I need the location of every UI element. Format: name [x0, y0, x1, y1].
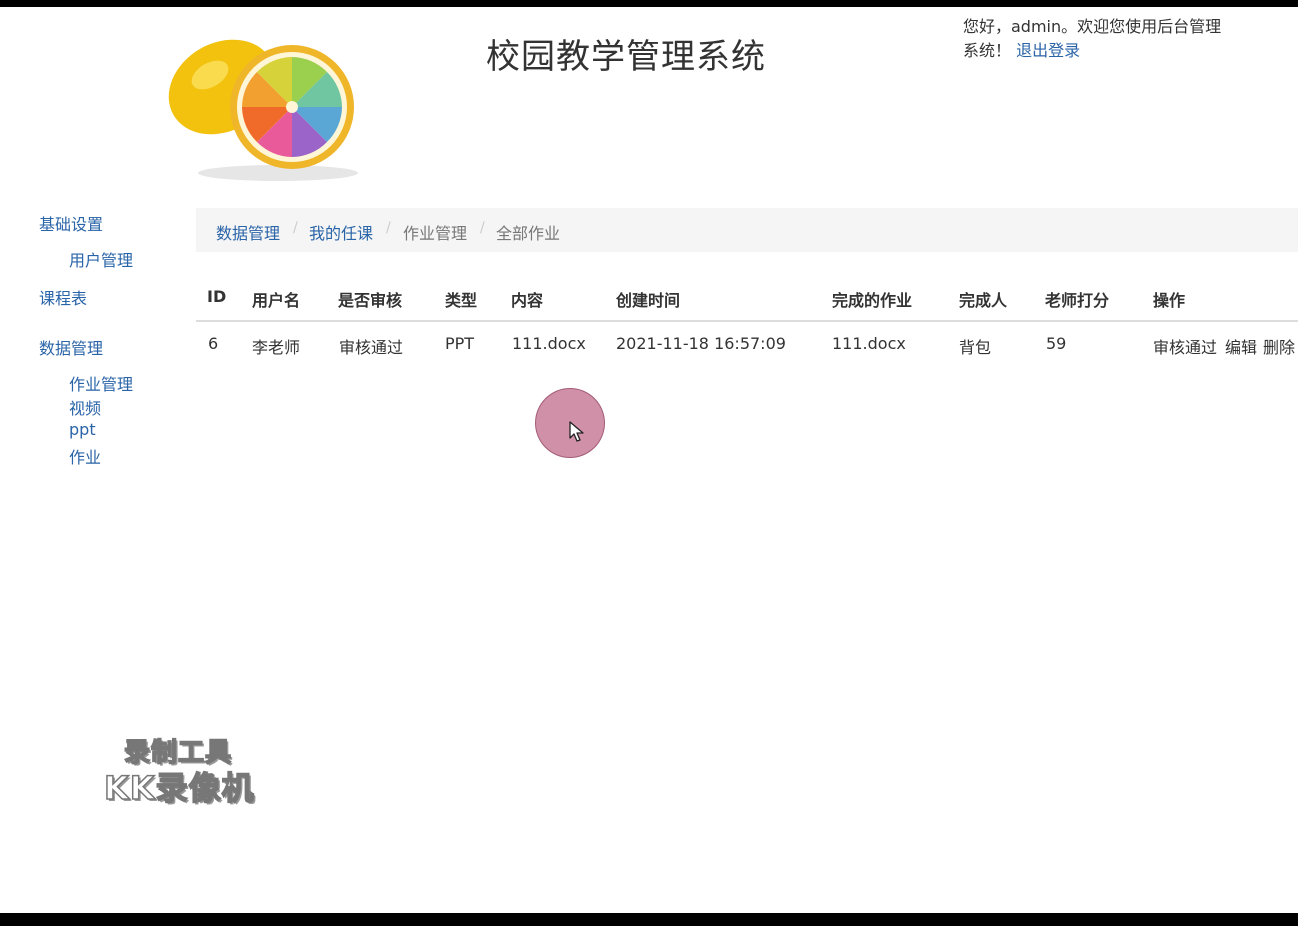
sidebar-item-ppt[interactable]: ppt [69, 420, 96, 439]
column-header-username: 用户名 [252, 291, 301, 310]
edit-link[interactable]: 编辑 [1225, 334, 1257, 358]
content-file-link[interactable]: 111.docx [512, 334, 586, 353]
finished-work-file-link[interactable]: 111.docx [832, 334, 906, 353]
sidebar-item-user-management[interactable]: 用户管理 [69, 247, 133, 271]
logout-link[interactable]: 退出登录 [1016, 41, 1080, 60]
breadcrumb-homework-management[interactable]: 作业管理 [403, 220, 467, 244]
greeting-text: 您好，admin。欢迎您使用后台管理 [963, 17, 1222, 36]
breadcrumb-all-homework: 全部作业 [496, 224, 561, 243]
page: 校园教学管理系统 您好，admin。欢迎您使用后台管理 系统！ 退出登录 基础设… [0, 7, 1298, 913]
column-header-id: ID [207, 287, 227, 306]
cell-review-status: 审核通过 [339, 338, 404, 357]
site-title: 校园教学管理系统 [486, 37, 766, 77]
sidebar-item-homework-management[interactable]: 作业管理 [69, 371, 133, 395]
cursor-highlight [535, 388, 605, 458]
sidebar-item-video[interactable]: 视频 [69, 395, 101, 419]
sidebar-group-timetable[interactable]: 课程表 [39, 285, 87, 309]
cell-username: 李老师 [252, 338, 301, 357]
mouse-pointer-icon [569, 421, 584, 442]
cell-created-at: 2021-11-18 16:57:09 [616, 334, 786, 353]
watermark-line-2: KK录像机 [103, 768, 255, 808]
table-header-divider [196, 320, 1298, 322]
breadcrumb-separator: / [386, 220, 391, 236]
column-header-type: 类型 [445, 291, 478, 310]
column-header-finisher: 完成人 [959, 291, 1008, 310]
column-header-created-at: 创建时间 [616, 291, 681, 310]
delete-link[interactable]: 删除 [1263, 334, 1295, 358]
breadcrumb-separator: / [293, 220, 298, 236]
breadcrumb: 数据管理 / 我的任课 / 作业管理 / 全部作业 [196, 208, 1298, 252]
column-header-actions: 操作 [1153, 291, 1186, 310]
column-header-review-status: 是否审核 [338, 291, 403, 310]
sidebar-group-data-management[interactable]: 数据管理 [39, 335, 103, 359]
user-greeting: 您好，admin。欢迎您使用后台管理 系统！ 退出登录 [963, 15, 1253, 63]
lemon-logo-icon [168, 39, 358, 181]
breadcrumb-separator: / [480, 220, 485, 236]
column-header-content: 内容 [511, 291, 544, 310]
greeting-suffix: 系统！ [963, 41, 1012, 60]
column-header-score: 老师打分 [1045, 291, 1110, 310]
sidebar-group-basic-settings[interactable]: 基础设置 [39, 211, 103, 235]
cell-score: 59 [1046, 334, 1067, 353]
sidebar-item-homework[interactable]: 作业 [69, 444, 101, 468]
breadcrumb-my-courses[interactable]: 我的任课 [309, 220, 373, 244]
approve-link[interactable]: 审核通过 [1153, 334, 1217, 358]
cell-finisher: 背包 [959, 338, 992, 357]
logo [160, 15, 370, 185]
cell-type: PPT [445, 334, 475, 353]
breadcrumb-data-management[interactable]: 数据管理 [216, 220, 280, 244]
cell-id: 6 [208, 334, 219, 353]
column-header-finished-work: 完成的作业 [832, 291, 913, 310]
